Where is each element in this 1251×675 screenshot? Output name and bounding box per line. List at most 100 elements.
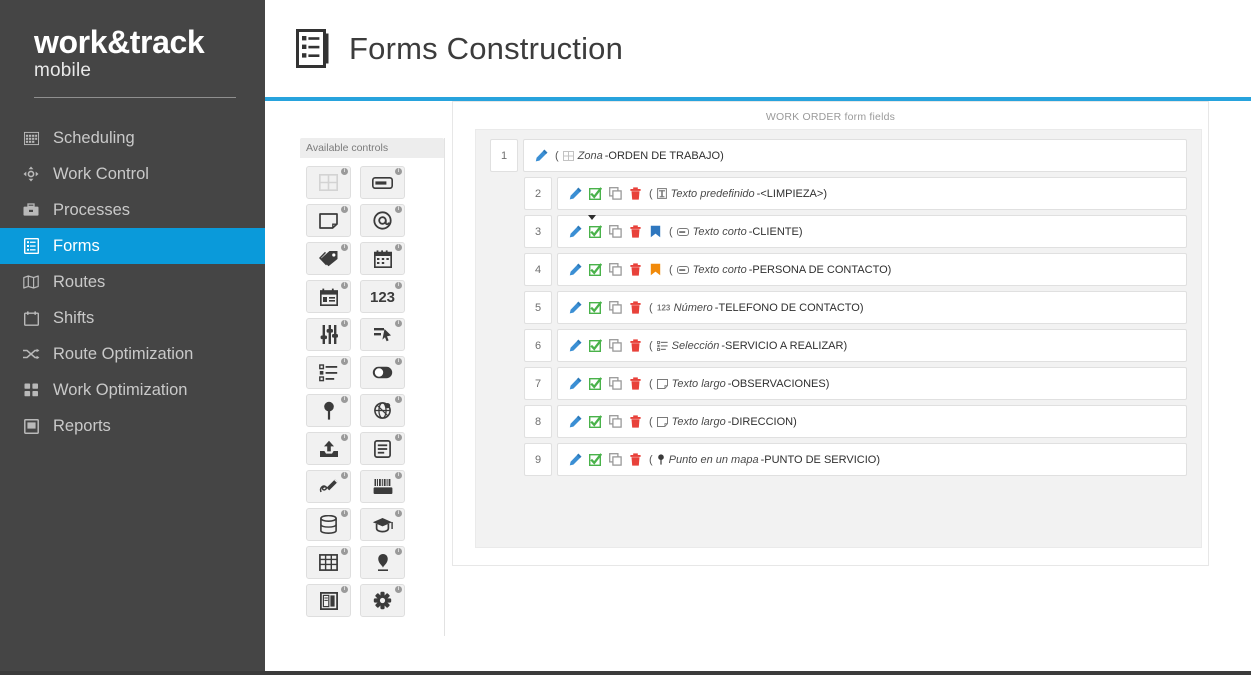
- delete-trash-icon[interactable]: [629, 339, 642, 353]
- control-interruptor[interactable]: i: [360, 356, 405, 389]
- table-row[interactable]: 5 ( 123 Número - TELEFONO DE CONTACTO): [524, 291, 1187, 324]
- table-row[interactable]: 6 ( Selección - SERVICIO A REALIZAR): [524, 329, 1187, 362]
- control-info-badge[interactable]: i: [341, 586, 348, 593]
- chevron-down-icon[interactable]: [588, 214, 596, 220]
- delete-trash-icon[interactable]: [629, 225, 642, 239]
- edit-pencil-icon[interactable]: [569, 339, 582, 353]
- control-fecha-hora[interactable]: i: [306, 280, 351, 313]
- control-seleccion[interactable]: i: [306, 356, 351, 389]
- delete-trash-icon[interactable]: [629, 263, 642, 277]
- control-numero[interactable]: 123 i: [360, 280, 405, 313]
- control-fecha[interactable]: i: [360, 242, 405, 275]
- control-email[interactable]: i: [360, 204, 405, 237]
- sidebar-item-shifts[interactable]: Shifts: [0, 300, 265, 336]
- copy-icon[interactable]: [609, 339, 622, 353]
- sidebar-item-route-optimization[interactable]: Route Optimization: [0, 336, 265, 372]
- delete-trash-icon[interactable]: [629, 415, 642, 429]
- sidebar-item-work-optimization[interactable]: Work Optimization: [0, 372, 265, 408]
- control-punto-mapa[interactable]: i: [306, 394, 351, 427]
- edit-pencil-icon[interactable]: [569, 415, 582, 429]
- row-content[interactable]: ( Texto corto - PERSONA DE CONTACTO): [557, 253, 1187, 286]
- control-texto-predefinido[interactable]: i: [360, 432, 405, 465]
- control-zona[interactable]: i: [306, 166, 351, 199]
- control-firma[interactable]: i: [360, 318, 405, 351]
- check-square-icon[interactable]: [589, 377, 602, 391]
- row-content[interactable]: ( 123 Número - TELEFONO DE CONTACTO): [557, 291, 1187, 324]
- control-info-badge[interactable]: i: [395, 548, 402, 555]
- control-info-badge[interactable]: i: [341, 206, 348, 213]
- control-configuracion[interactable]: i: [360, 584, 405, 617]
- control-info-badge[interactable]: i: [395, 282, 402, 289]
- delete-trash-icon[interactable]: [629, 187, 642, 201]
- edit-pencil-icon[interactable]: [569, 187, 582, 201]
- row-content[interactable]: ( Texto predefinido - <LIMPIEZA>): [557, 177, 1187, 210]
- edit-pencil-icon[interactable]: [569, 301, 582, 315]
- control-info-badge[interactable]: i: [341, 320, 348, 327]
- control-info-badge[interactable]: i: [395, 510, 402, 517]
- table-row[interactable]: 3 (Texto corto - CLIENTE): [524, 214, 1187, 248]
- control-info-badge[interactable]: i: [395, 206, 402, 213]
- control-huella[interactable]: i: [360, 546, 405, 579]
- control-info-badge[interactable]: i: [395, 396, 402, 403]
- sidebar-item-routes[interactable]: Routes: [0, 264, 265, 300]
- check-square-icon[interactable]: [589, 301, 602, 315]
- edit-pencil-icon[interactable]: [569, 263, 582, 277]
- row-content[interactable]: ( Zona - ORDEN DE TRABAJO): [523, 139, 1187, 172]
- row-content[interactable]: ( Selección - SERVICIO A REALIZAR): [557, 329, 1187, 362]
- row-content[interactable]: ( Texto largo - DIRECCION): [557, 405, 1187, 438]
- copy-icon[interactable]: [609, 453, 622, 467]
- row-content[interactable]: ( Texto largo - OBSERVACIONES): [557, 367, 1187, 400]
- control-texto-corto[interactable]: i: [360, 166, 405, 199]
- copy-icon[interactable]: [609, 377, 622, 391]
- control-info-badge[interactable]: i: [341, 282, 348, 289]
- control-dibujo[interactable]: i: [306, 470, 351, 503]
- control-info-badge[interactable]: i: [395, 434, 402, 441]
- check-square-icon[interactable]: [589, 187, 602, 201]
- control-info-badge[interactable]: i: [341, 434, 348, 441]
- copy-icon[interactable]: [609, 415, 622, 429]
- control-area-mapa[interactable]: i: [360, 394, 405, 427]
- copy-icon[interactable]: [609, 263, 622, 277]
- control-subir-archivo[interactable]: i: [306, 432, 351, 465]
- check-square-icon[interactable]: [589, 415, 602, 429]
- delete-trash-icon[interactable]: [629, 377, 642, 391]
- control-info-badge[interactable]: i: [395, 358, 402, 365]
- control-info-badge[interactable]: i: [341, 358, 348, 365]
- check-square-icon[interactable]: [589, 263, 602, 277]
- control-etiqueta[interactable]: i: [306, 242, 351, 275]
- table-row[interactable]: 2 ( Texto predefinido - <LIMPIEZA>): [524, 177, 1187, 210]
- control-info-badge[interactable]: i: [395, 168, 402, 175]
- control-formacion[interactable]: i: [360, 508, 405, 541]
- table-row[interactable]: 8 ( Texto largo - DIRECCION): [524, 405, 1187, 438]
- copy-icon[interactable]: [609, 225, 622, 239]
- copy-icon[interactable]: [609, 187, 622, 201]
- control-info-badge[interactable]: i: [341, 548, 348, 555]
- sidebar-item-work-control[interactable]: Work Control: [0, 156, 265, 192]
- control-info-badge[interactable]: i: [341, 168, 348, 175]
- table-row[interactable]: 1 ( Zona - ORDEN DE TRABAJO): [490, 130, 1187, 172]
- row-content[interactable]: ( Texto corto - CLIENTE): [557, 214, 1187, 248]
- control-info-badge[interactable]: i: [341, 396, 348, 403]
- table-row[interactable]: 9 ( Punto en un mapa - PUNTO DE SERVICIO…: [524, 443, 1187, 476]
- edit-pencil-icon[interactable]: [569, 377, 582, 391]
- control-base-datos[interactable]: i: [306, 508, 351, 541]
- check-square-icon[interactable]: [589, 225, 602, 239]
- edit-pencil-icon[interactable]: [569, 453, 582, 467]
- check-square-icon[interactable]: [589, 339, 602, 353]
- sidebar-item-forms[interactable]: Forms: [0, 228, 265, 265]
- control-texto-largo[interactable]: i: [306, 204, 351, 237]
- control-info-badge[interactable]: i: [395, 320, 402, 327]
- table-row[interactable]: 7 ( Texto largo - OBSERVACIONES): [524, 367, 1187, 400]
- control-info-badge[interactable]: i: [395, 472, 402, 479]
- sidebar-item-reports[interactable]: Reports: [0, 408, 265, 444]
- control-libro[interactable]: i: [306, 584, 351, 617]
- edit-pencil-icon[interactable]: [535, 149, 548, 163]
- delete-trash-icon[interactable]: [629, 453, 642, 467]
- sidebar-item-scheduling[interactable]: Scheduling: [0, 120, 265, 156]
- bookmark-orange-icon[interactable]: [649, 263, 662, 277]
- sidebar-item-processes[interactable]: Processes: [0, 192, 265, 228]
- edit-pencil-icon[interactable]: [569, 225, 582, 239]
- control-info-badge[interactable]: i: [395, 586, 402, 593]
- control-info-badge[interactable]: i: [341, 244, 348, 251]
- control-deslizador[interactable]: i: [306, 318, 351, 351]
